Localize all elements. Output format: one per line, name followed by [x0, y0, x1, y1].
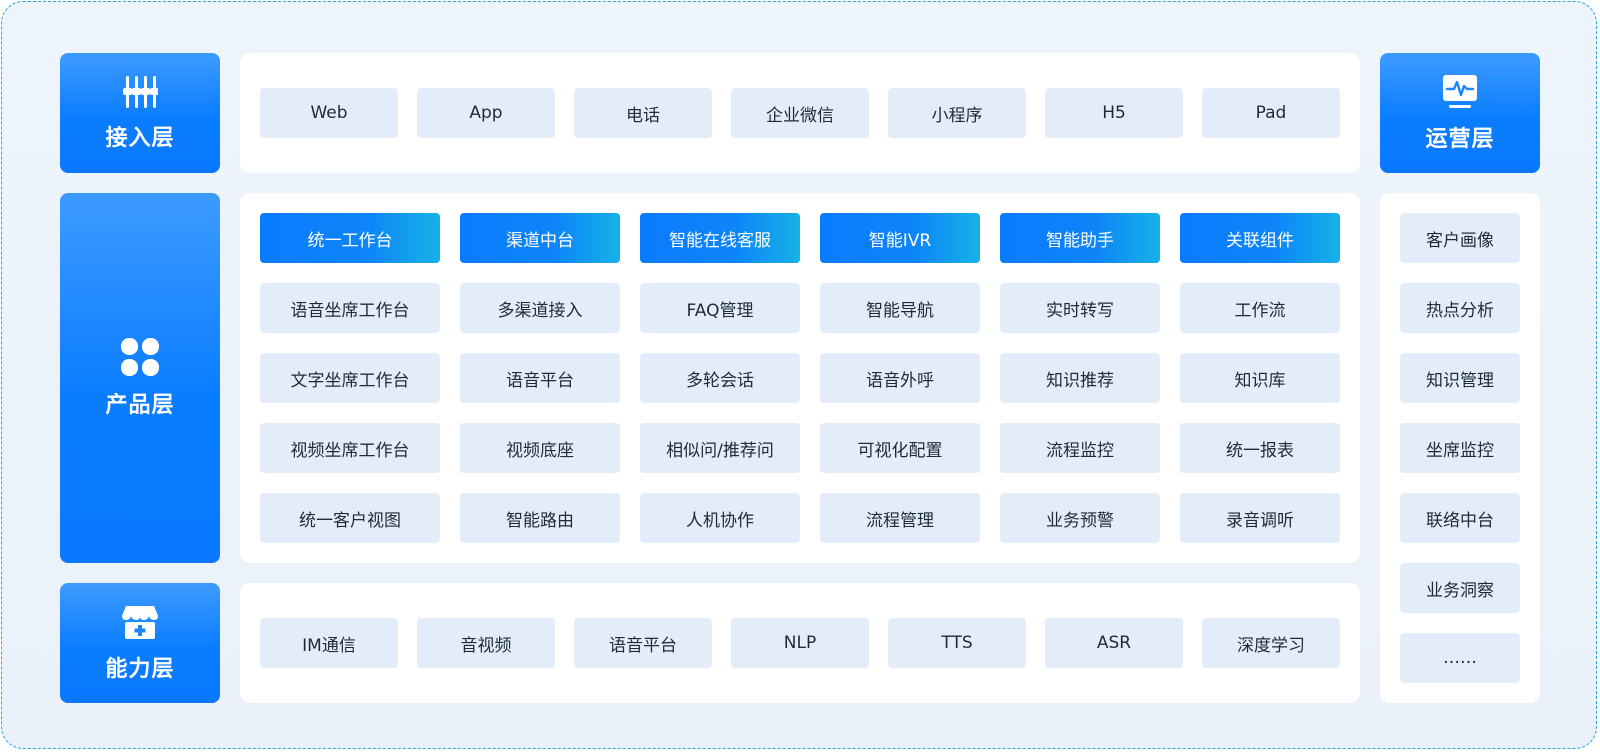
- capability-item: ASR: [1045, 618, 1183, 668]
- access-item: Web: [260, 88, 398, 138]
- operation-item: 联络中台: [1400, 493, 1520, 543]
- product-item: 智能IVR: [820, 213, 980, 263]
- product-item: 智能助手: [1000, 213, 1160, 263]
- product-item: 语音外呼: [820, 353, 980, 403]
- product-item: 知识推荐: [1000, 353, 1160, 403]
- capability-layer-label: 能力层: [60, 583, 220, 703]
- product-item: 文字坐席工作台: [260, 353, 440, 403]
- capability-item: 语音平台: [574, 618, 712, 668]
- product-item: 视频坐席工作台: [260, 423, 440, 473]
- product-item: 录音调听: [1180, 493, 1340, 543]
- access-item: 电话: [574, 88, 712, 138]
- operation-layer-title: 运营层: [1425, 127, 1495, 152]
- access-item: 企业微信: [731, 88, 869, 138]
- access-layer-title: 接入层: [105, 126, 175, 151]
- product-item: 智能导航: [820, 283, 980, 333]
- capability-item: 音视频: [417, 618, 555, 668]
- product-item: 统一报表: [1180, 423, 1340, 473]
- operation-item: 客户画像: [1400, 213, 1520, 263]
- operation-item: ……: [1400, 633, 1520, 683]
- product-item: 统一工作台: [260, 213, 440, 263]
- product-item: 语音平台: [460, 353, 620, 403]
- product-item: 关联组件: [1180, 213, 1340, 263]
- four-petal-icon: [120, 337, 160, 377]
- capability-item: NLP: [731, 618, 869, 668]
- product-item: 渠道中台: [460, 213, 620, 263]
- product-item: 可视化配置: [820, 423, 980, 473]
- product-item: 实时转写: [1000, 283, 1160, 333]
- product-item: 知识库: [1180, 353, 1340, 403]
- product-item: FAQ管理: [640, 283, 800, 333]
- product-item: 智能在线客服: [640, 213, 800, 263]
- product-item: 流程管理: [820, 493, 980, 543]
- access-item: 小程序: [888, 88, 1026, 138]
- access-item: H5: [1045, 88, 1183, 138]
- product-item: 多渠道接入: [460, 283, 620, 333]
- product-layer-title: 产品层: [105, 393, 175, 418]
- operation-item: 业务洞察: [1400, 563, 1520, 613]
- operation-layer-label: 运营层: [1380, 53, 1540, 173]
- product-item: 相似问/推荐问: [640, 423, 800, 473]
- operation-item: 坐席监控: [1400, 423, 1520, 473]
- store-medical-icon: [121, 603, 159, 641]
- capability-item: 深度学习: [1202, 618, 1340, 668]
- capability-layer-title: 能力层: [105, 657, 175, 682]
- access-layer-label: 接入层: [60, 53, 220, 173]
- access-item: Pad: [1202, 88, 1340, 138]
- operation-item: 热点分析: [1400, 283, 1520, 333]
- equalizer-icon: [122, 74, 159, 110]
- product-item: 流程监控: [1000, 423, 1160, 473]
- product-item: 语音坐席工作台: [260, 283, 440, 333]
- product-item: 统一客户视图: [260, 493, 440, 543]
- access-item: App: [417, 88, 555, 138]
- monitor-pulse-icon: [1441, 73, 1479, 111]
- operation-item: 知识管理: [1400, 353, 1520, 403]
- capability-item: TTS: [888, 618, 1026, 668]
- product-item: 视频底座: [460, 423, 620, 473]
- product-item: 业务预警: [1000, 493, 1160, 543]
- capability-item: IM通信: [260, 618, 398, 668]
- product-item: 多轮会话: [640, 353, 800, 403]
- product-item: 工作流: [1180, 283, 1340, 333]
- product-item: 智能路由: [460, 493, 620, 543]
- product-item: 人机协作: [640, 493, 800, 543]
- product-layer-label: 产品层: [60, 193, 220, 563]
